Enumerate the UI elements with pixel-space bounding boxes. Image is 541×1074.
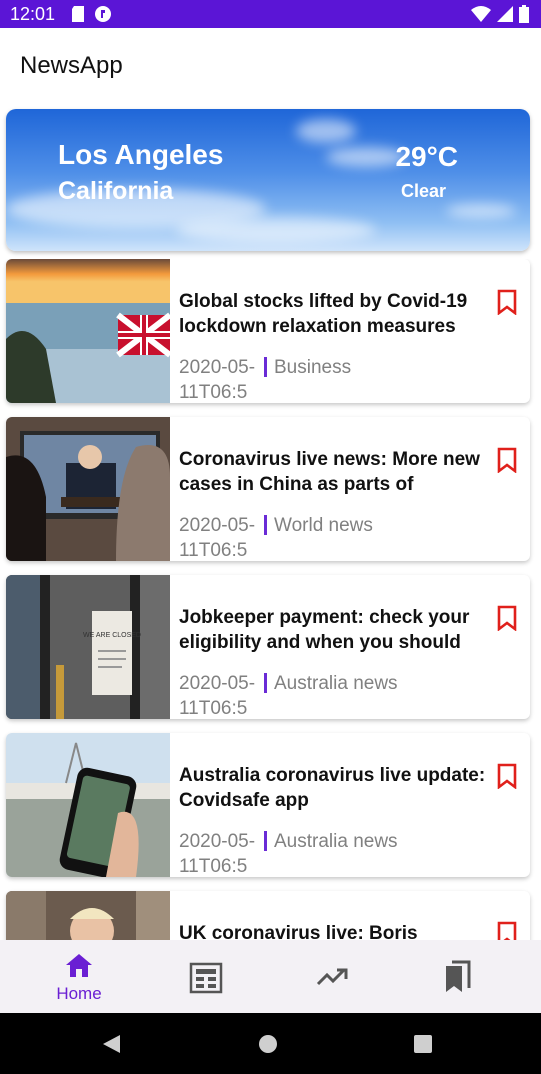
app-title: NewsApp xyxy=(20,52,123,79)
news-card[interactable]: UK coronavirus live: Boris xyxy=(6,891,530,940)
nav-bookmarks[interactable] xyxy=(418,940,498,1013)
status-system-icons xyxy=(471,5,529,23)
weather-card[interactable]: Los Angeles California 29°C Clear xyxy=(6,109,530,251)
bookmarks-icon xyxy=(446,960,471,992)
news-date: 2020-05-11T06:5 xyxy=(179,515,256,561)
news-thumbnail xyxy=(6,417,170,561)
home-icon xyxy=(66,954,92,977)
news-date: 2020-05-11T06:5 xyxy=(179,831,256,877)
weather-temperature: 29°C xyxy=(395,141,458,172)
bookmark-icon[interactable] xyxy=(496,605,518,631)
signal-icon xyxy=(497,6,513,22)
newspaper-icon xyxy=(189,962,223,994)
nav-trending[interactable] xyxy=(292,940,372,1013)
news-category: Australia news xyxy=(274,673,398,694)
news-headline[interactable]: Coronavirus live news: More new cases in… xyxy=(179,447,489,497)
news-date: 2020-05-11T06:5 xyxy=(179,673,256,719)
news-thumbnail xyxy=(6,891,170,940)
news-headline[interactable]: Global stocks lifted by Covid-19 lockdow… xyxy=(179,289,489,339)
status-notification-icons xyxy=(70,5,112,23)
cloud-decoration xyxy=(176,217,376,243)
news-separator xyxy=(264,831,267,851)
bookmark-icon[interactable] xyxy=(496,763,518,789)
weather-condition: Clear xyxy=(400,181,446,201)
status-bar: 12:01 xyxy=(0,0,541,28)
news-thumbnail: WE ARE CLOSED xyxy=(6,575,170,719)
bookmark-icon[interactable] xyxy=(496,289,518,315)
closed-sign-text: WE ARE CLOSED xyxy=(83,632,141,639)
news-category: Australia news xyxy=(274,831,398,852)
news-card[interactable]: Coronavirus live news: More new cases in… xyxy=(6,417,530,561)
trending-icon xyxy=(316,968,348,986)
cloud-decoration xyxy=(326,147,406,167)
news-headline[interactable]: UK coronavirus live: Boris xyxy=(179,921,489,940)
sd-card-icon xyxy=(72,6,84,22)
status-time: 12:01 xyxy=(10,4,56,24)
news-thumbnail xyxy=(6,733,170,877)
news-card[interactable]: WE ARE CLOSED Jobkeeper payment: check y… xyxy=(6,575,530,719)
app-bar: NewsApp xyxy=(0,28,541,100)
news-card[interactable]: Australia coronavirus live update: Covid… xyxy=(6,733,530,877)
wifi-icon xyxy=(471,6,491,22)
weather-city: Los Angeles xyxy=(58,139,224,170)
news-card[interactable]: Global stocks lifted by Covid-19 lockdow… xyxy=(6,259,530,403)
app-notification-icon xyxy=(95,6,111,22)
nav-home-label: Home xyxy=(56,984,102,1003)
nav-home[interactable]: Home xyxy=(39,940,119,1013)
news-headline[interactable]: Australia coronavirus live update: Covid… xyxy=(179,763,489,813)
nav-newspaper[interactable] xyxy=(165,940,245,1013)
weather-region: California xyxy=(58,177,174,205)
news-separator xyxy=(264,357,267,377)
news-category: World news xyxy=(274,515,373,536)
cloud-decoration xyxy=(446,204,516,218)
news-headline[interactable]: Jobkeeper payment: check your eligibilit… xyxy=(179,605,489,655)
home-circle-icon[interactable] xyxy=(258,1034,278,1054)
news-separator xyxy=(264,515,267,535)
battery-icon xyxy=(519,5,529,23)
bookmark-icon[interactable] xyxy=(496,447,518,473)
cloud-decoration xyxy=(296,119,356,143)
system-navigation-bar xyxy=(0,1013,541,1074)
news-separator xyxy=(264,673,267,693)
recents-icon[interactable] xyxy=(414,1035,432,1053)
news-date: 2020-05-11T06:5 xyxy=(179,357,256,403)
bottom-navigation: Home xyxy=(0,940,541,1013)
news-thumbnail xyxy=(6,259,170,403)
back-icon[interactable] xyxy=(100,1033,122,1055)
news-category: Business xyxy=(274,357,352,378)
news-list[interactable]: Global stocks lifted by Covid-19 lockdow… xyxy=(0,259,541,940)
bookmark-icon[interactable] xyxy=(496,921,518,940)
